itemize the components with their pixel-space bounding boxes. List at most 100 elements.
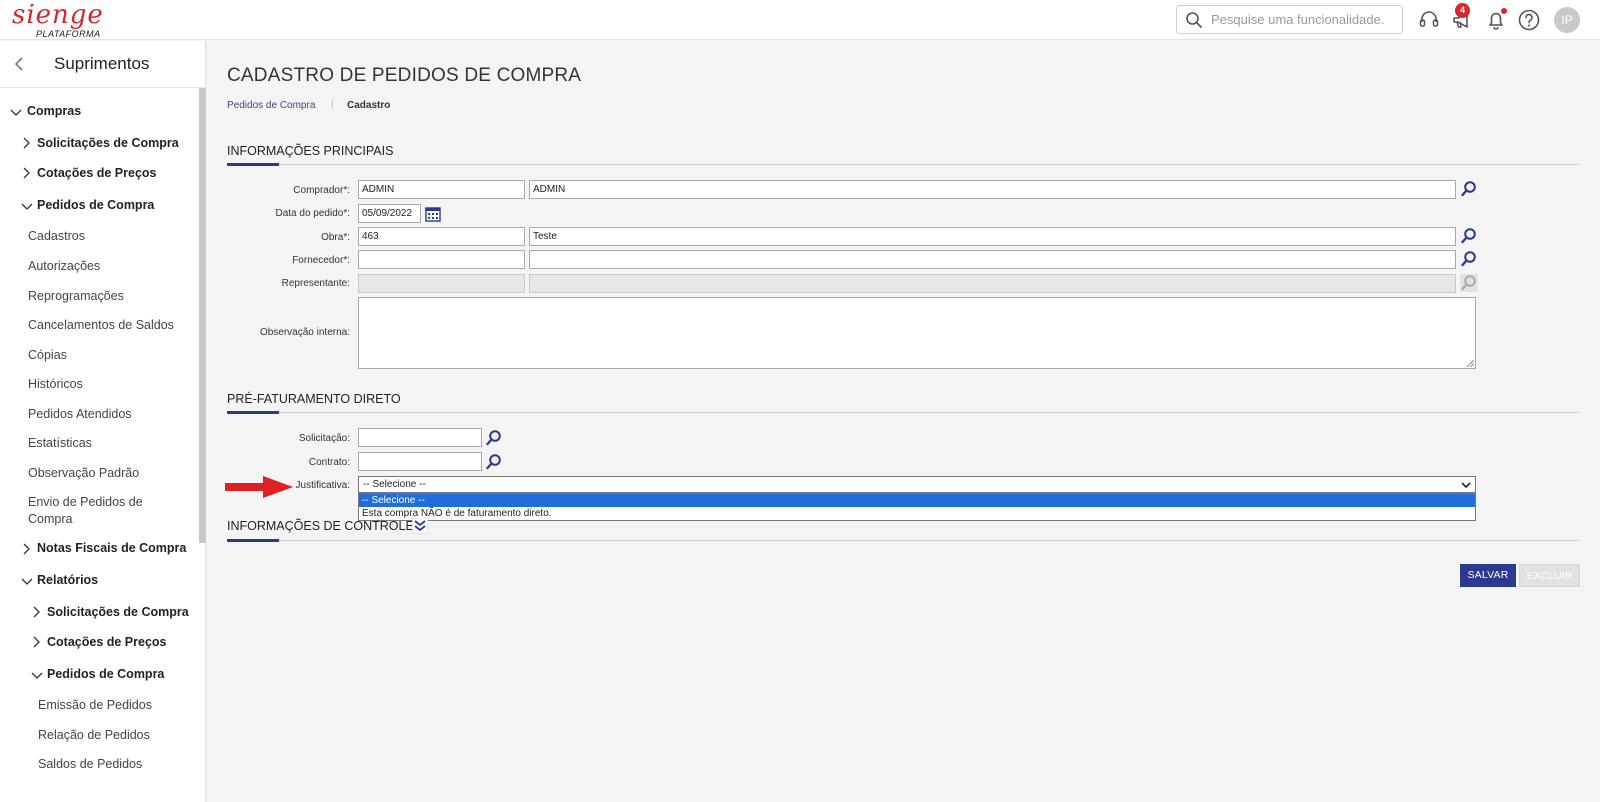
- search-placeholder: Pesquise uma funcionalidade.: [1211, 12, 1385, 27]
- section-title-prefaturamento: PRÉ-FATURAMENTO DIRETO: [227, 392, 401, 406]
- comprador-label: Comprador*:: [293, 185, 350, 196]
- delete-button: EXCLUIR: [1519, 564, 1580, 587]
- justificativa-select[interactable]: -- Selecione --: [358, 476, 1476, 493]
- chevron-down-icon: [1461, 482, 1471, 489]
- section-accent: [227, 411, 279, 414]
- section-accent: [227, 539, 279, 542]
- obra-label: Obra*:: [321, 232, 350, 243]
- user-avatar[interactable]: IP: [1554, 7, 1580, 33]
- sidebar-item-rel-pedidos[interactable]: Pedidos de Compra: [47, 667, 164, 681]
- sidebar-item-cancelamentos[interactable]: Cancelamentos de Saldos: [28, 318, 174, 332]
- sidebar-item-saldos-pedidos[interactable]: Saldos de Pedidos: [38, 757, 142, 771]
- sidebar: Suprimentos Compras Solicitações de Comp…: [0, 41, 206, 802]
- chevron-right-icon: [23, 167, 30, 179]
- section-divider: [227, 540, 1579, 541]
- sidebar-item-relatorios[interactable]: Relatórios: [37, 573, 98, 587]
- obra-code-input[interactable]: 463: [358, 227, 525, 246]
- chevron-down-icon: [21, 203, 33, 210]
- main-content: CADASTRO DE PEDIDOS DE COMPRA Pedidos de…: [207, 41, 1600, 802]
- expand-double-chevron-icon[interactable]: [412, 518, 428, 534]
- representante-label: Representante:: [281, 278, 350, 289]
- breadcrumb-cadastro: Cadastro: [347, 100, 391, 111]
- representante-search-icon: [1460, 274, 1478, 292]
- contrato-search-icon[interactable]: [485, 453, 503, 471]
- sidebar-item-estatisticas[interactable]: Estatísticas: [28, 436, 92, 450]
- sidebar-item-cadastros[interactable]: Cadastros: [28, 229, 85, 243]
- resize-handle-icon[interactable]: [1466, 359, 1474, 367]
- fornecedor-code-input[interactable]: [358, 250, 525, 269]
- logo-subtitle: PLATAFORMA: [36, 29, 101, 39]
- solicitacao-input[interactable]: [358, 428, 482, 447]
- top-bar: sienge PLATAFORMA Pesquise uma funcional…: [0, 0, 1600, 40]
- sidebar-item-emissao-pedidos[interactable]: Emissão de Pedidos: [38, 698, 152, 712]
- representante-name-input: [529, 274, 1456, 293]
- observacao-textarea[interactable]: [358, 297, 1476, 369]
- sidebar-item-reprogramacoes[interactable]: Reprogramações: [28, 289, 124, 303]
- breadcrumb-pedidos[interactable]: Pedidos de Compra: [227, 100, 315, 111]
- bell-alert-dot: [1501, 8, 1507, 14]
- sidebar-item-pedidos[interactable]: Pedidos de Compra: [37, 198, 154, 212]
- solicitacao-search-icon[interactable]: [485, 429, 503, 447]
- chevron-down-icon: [31, 672, 43, 679]
- sidebar-item-pedidos-atendidos[interactable]: Pedidos Atendidos: [28, 407, 132, 421]
- page-title: CADASTRO DE PEDIDOS DE COMPRA: [227, 65, 582, 86]
- contrato-label: Contrato:: [308, 457, 350, 468]
- search-input[interactable]: Pesquise uma funcionalidade.: [1176, 5, 1403, 34]
- sidebar-item-historicos[interactable]: Históricos: [28, 377, 83, 391]
- justificativa-dropdown: -- Selecione -- Esta compra NÃO é de fat…: [358, 493, 1476, 521]
- sidebar-item-notas-fiscais[interactable]: Notas Fiscais de Compra: [37, 541, 186, 555]
- section-title-controle: INFORMAÇÕES DE CONTROLE: [227, 519, 414, 533]
- representante-code-input: [358, 274, 525, 293]
- sidebar-title: Suprimentos: [54, 54, 150, 73]
- sidebar-item-solicitacoes[interactable]: Solicitações de Compra: [37, 136, 179, 150]
- obra-search-icon[interactable]: [1460, 227, 1478, 245]
- sidebar-item-copias[interactable]: Cópias: [28, 348, 67, 362]
- fornecedor-label: Fornecedor*:: [292, 255, 350, 266]
- comprador-code-input[interactable]: ADMIN: [358, 180, 525, 199]
- breadcrumb-separator: |: [331, 99, 334, 110]
- obra-name-input[interactable]: Teste: [529, 227, 1456, 246]
- section-title-principal: INFORMAÇÕES PRINCIPAIS: [227, 144, 394, 158]
- notification-count-badge: 4: [1455, 3, 1470, 18]
- contrato-input[interactable]: [358, 452, 482, 471]
- section-divider: [227, 412, 1579, 413]
- sidebar-item-compras[interactable]: Compras: [27, 104, 81, 118]
- comprador-search-icon[interactable]: [1460, 180, 1478, 198]
- chevron-down-icon: [10, 109, 22, 116]
- sidebar-item-observacao-padrao[interactable]: Observação Padrão: [28, 466, 139, 480]
- chevron-down-icon: [21, 578, 33, 585]
- justificativa-label: Justificativa:: [295, 480, 350, 491]
- sidebar-item-envio-pedidos-line2[interactable]: Compra: [28, 512, 72, 526]
- justificativa-option[interactable]: Esta compra NÃO é de faturamento direto.: [359, 507, 1475, 520]
- headset-icon[interactable]: [1416, 7, 1442, 33]
- solicitacao-label: Solicitação:: [298, 433, 350, 444]
- justificativa-option[interactable]: -- Selecione --: [359, 494, 1475, 507]
- chevron-right-icon: [23, 543, 30, 555]
- data-pedido-label: Data do pedido*:: [275, 208, 350, 219]
- sidebar-item-envio-pedidos[interactable]: Envio de Pedidos de: [28, 495, 143, 509]
- sienge-logo[interactable]: sienge PLATAFORMA: [12, 0, 104, 39]
- back-chevron-icon[interactable]: [12, 54, 26, 74]
- section-divider: [227, 164, 1579, 165]
- comprador-name-input[interactable]: ADMIN: [529, 180, 1456, 199]
- save-button[interactable]: SALVAR: [1460, 564, 1516, 587]
- chevron-right-icon: [33, 636, 40, 648]
- sidebar-item-rel-cotacoes[interactable]: Cotações de Preços: [47, 635, 167, 649]
- chevron-right-icon: [23, 137, 30, 149]
- data-pedido-input[interactable]: 05/09/2022: [358, 204, 421, 223]
- chevron-right-icon: [33, 606, 40, 618]
- sidebar-item-relacao-pedidos[interactable]: Relação de Pedidos: [38, 728, 150, 742]
- logo-text: sienge: [12, 0, 104, 30]
- fornecedor-name-input[interactable]: [529, 250, 1456, 269]
- search-icon: [1186, 12, 1202, 28]
- calendar-icon[interactable]: [424, 205, 442, 223]
- help-icon[interactable]: [1516, 7, 1542, 33]
- sidebar-item-autorizacoes[interactable]: Autorizações: [28, 259, 100, 273]
- sidebar-header: Suprimentos: [0, 41, 206, 88]
- sidebar-item-rel-solicitacoes[interactable]: Solicitações de Compra: [47, 605, 189, 619]
- observacao-label: Observação interna:: [259, 327, 350, 338]
- fornecedor-search-icon[interactable]: [1460, 250, 1478, 268]
- sidebar-item-cotacoes[interactable]: Cotações de Preços: [37, 166, 157, 180]
- sidebar-scrollbar[interactable]: [199, 88, 206, 543]
- section-accent: [227, 163, 279, 166]
